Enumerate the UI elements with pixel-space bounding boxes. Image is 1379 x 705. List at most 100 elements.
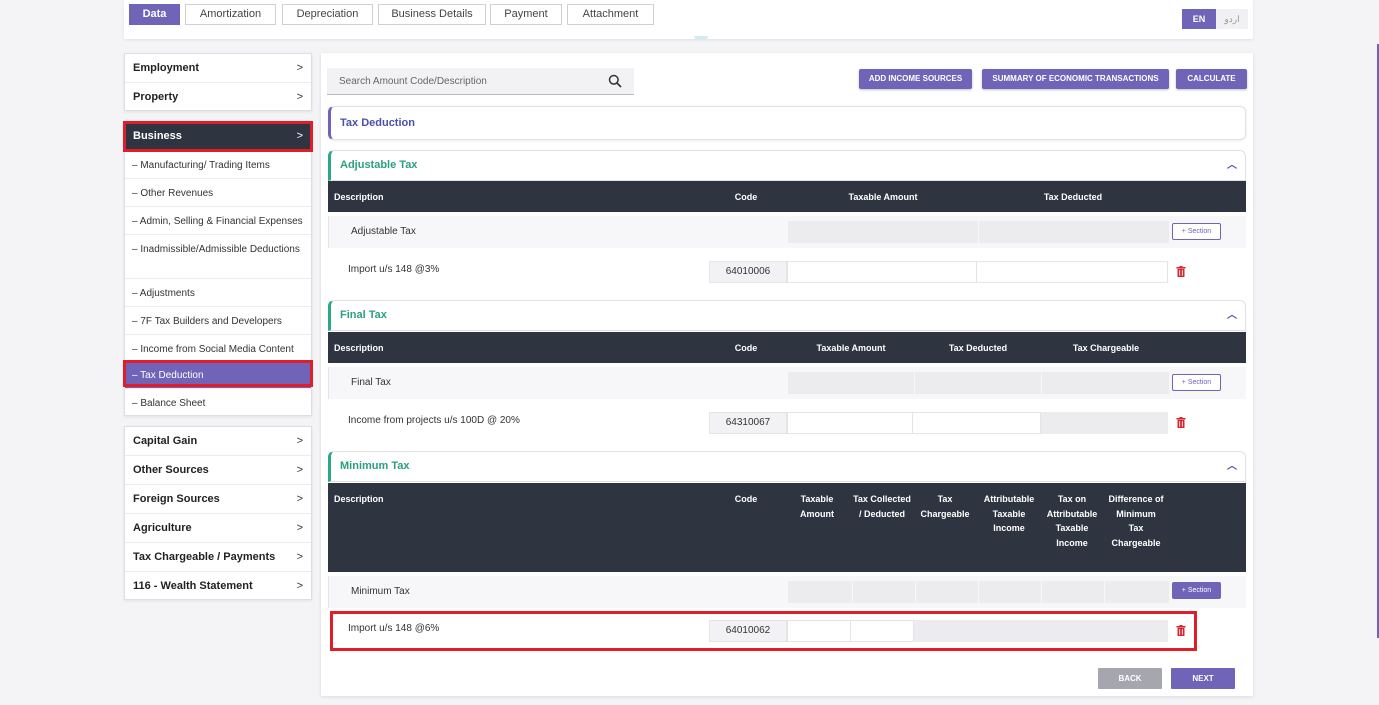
sidebar-item-tax-chargeable[interactable]: Tax Chargeable / Payments > (125, 543, 311, 572)
search-input[interactable] (327, 68, 607, 94)
column-header: Tax Collected / Deducted (853, 494, 911, 519)
column-header: Description (334, 192, 384, 202)
tax-chargeable-cell (1041, 412, 1168, 434)
lang-en-button[interactable]: EN (1182, 9, 1216, 29)
final-section-row: Final Tax + Section (328, 367, 1246, 399)
adjustable-tax-accordion[interactable]: Adjustable Tax ︿ (328, 150, 1246, 181)
calculate-button[interactable]: CALCULATE (1176, 69, 1247, 89)
sidebar-subitem-inadmissible[interactable]: – Inadmissible/Admissible Deductions (125, 235, 311, 279)
next-button[interactable]: NEXT (1171, 668, 1235, 689)
code-field: 64010062 (709, 620, 787, 642)
accordion-title: Final Tax (340, 309, 387, 321)
column-header: Code (734, 192, 758, 202)
sidebar-item-business[interactable]: Business > (125, 122, 311, 151)
computed-cells (914, 620, 1168, 642)
column-header: Taxable Amount (800, 494, 834, 519)
sidebar-subitem-tax-deduction[interactable]: – Tax Deduction (125, 363, 311, 389)
add-income-sources-button[interactable]: ADD INCOME SOURCES (859, 69, 972, 89)
tab-data[interactable]: Data (129, 4, 180, 25)
final-tax-accordion[interactable]: Final Tax ︿ (328, 300, 1246, 331)
total-cell (853, 581, 915, 603)
total-cell (1105, 581, 1169, 603)
chevron-right-icon: > (296, 62, 303, 74)
sidebar-item-label: Capital Gain (133, 435, 198, 447)
row-description: Import u/s 148 @6% (348, 623, 440, 634)
sidebar-item-label: Agriculture (133, 522, 192, 534)
total-deducted-cell (979, 221, 1169, 243)
sidebar-item-other-sources[interactable]: Other Sources > (125, 456, 311, 485)
final-table-header: Description Code Taxable Amount Tax Dedu… (328, 332, 1246, 363)
minimum-table-header: Description Code Taxable Amount Tax Coll… (328, 483, 1246, 572)
total-chargeable-cell (1042, 372, 1169, 394)
tax-deduction-header: Tax Deduction (328, 106, 1246, 140)
chevron-right-icon: > (296, 551, 303, 563)
back-button[interactable]: BACK (1098, 668, 1162, 689)
sidebar-item-capital-gain[interactable]: Capital Gain > (125, 427, 311, 456)
trash-icon[interactable] (1176, 625, 1186, 636)
accordion-title: Minimum Tax (340, 460, 410, 472)
section-label: Final Tax (351, 377, 391, 388)
column-header: Tax on Attributable Taxable Income (1046, 494, 1098, 548)
row-description: Import u/s 148 @3% (348, 264, 440, 275)
sidebar-item-employment[interactable]: Employment > (125, 54, 311, 83)
total-taxable-cell (788, 372, 914, 394)
tax-collected-input[interactable] (850, 620, 914, 642)
chevron-right-icon: > (296, 130, 303, 142)
add-section-button[interactable]: + Section (1172, 582, 1221, 599)
tab-payment[interactable]: Payment (490, 4, 562, 25)
trash-icon[interactable] (1176, 417, 1186, 428)
tab-depreciation[interactable]: Depreciation (282, 4, 373, 25)
taxable-amount-input[interactable] (787, 620, 851, 642)
column-header: Code (734, 494, 758, 504)
table-row: Import u/s 148 @3% 64010006 (328, 256, 1246, 288)
sidebar-item-wealth-statement[interactable]: 116 - Wealth Statement > (125, 572, 311, 601)
tax-deducted-input[interactable] (976, 261, 1168, 283)
tab-business-details[interactable]: Business Details (378, 4, 486, 25)
chevron-up-icon[interactable]: ︿ (1227, 301, 1237, 330)
top-tab-bar: Data Amortization Depreciation Business … (124, 0, 1253, 40)
sidebar-item-property[interactable]: Property > (125, 83, 311, 112)
sidebar-subitem-admin-expenses[interactable]: – Admin, Selling & Financial Expenses (125, 207, 311, 235)
table-row: Import u/s 148 @6% 64010062 (328, 615, 1246, 647)
column-header: Code (734, 343, 758, 353)
chevron-up-icon[interactable]: ︿ (1227, 452, 1237, 481)
sidebar-subitem-adjustments[interactable]: – Adjustments (125, 279, 311, 307)
sidebar-subitem-7f-builders[interactable]: – 7F Tax Builders and Developers (125, 307, 311, 335)
column-header: Tax Deducted (948, 343, 1008, 353)
total-taxable-cell (788, 221, 978, 243)
column-header: Difference of Minimum Tax Chargeable (1108, 494, 1164, 548)
sidebar-subitem-manufacturing[interactable]: – Manufacturing/ Trading Items (125, 151, 311, 179)
add-section-button[interactable]: + Section (1172, 374, 1221, 391)
code-field: 64010006 (709, 261, 787, 283)
tab-amortization[interactable]: Amortization (185, 4, 276, 25)
sidebar-subitem-balance-sheet[interactable]: – Balance Sheet (125, 389, 311, 417)
taxable-amount-input[interactable] (787, 412, 913, 434)
summary-economic-transactions-button[interactable]: SUMMARY OF ECONOMIC TRANSACTIONS (982, 69, 1169, 89)
chevron-up-icon[interactable]: ︿ (1227, 151, 1237, 180)
search-icon[interactable] (608, 74, 622, 88)
sidebar-group-business: Business > – Manufacturing/ Trading Items… (124, 121, 312, 416)
lang-ur-button[interactable]: اردو (1216, 9, 1248, 29)
column-header: Description (334, 494, 384, 504)
row-description: Income from projects u/s 100D @ 20% (348, 415, 520, 426)
section-label: Adjustable Tax (351, 226, 416, 237)
sidebar-subitem-other-revenues[interactable]: – Other Revenues (125, 179, 311, 207)
progress-indicator (694, 36, 708, 40)
tab-attachment[interactable]: Attachment (567, 4, 654, 25)
column-header: Attributable Taxable Income (983, 494, 1035, 533)
chevron-right-icon: > (296, 464, 303, 476)
sidebar-subitem-social-media[interactable]: – Income from Social Media Content (125, 335, 311, 363)
sidebar-item-label: 116 - Wealth Statement (133, 580, 253, 592)
chevron-right-icon: > (296, 493, 303, 505)
tax-deducted-input[interactable] (912, 412, 1041, 434)
trash-icon[interactable] (1176, 266, 1186, 277)
column-header: Tax Chargeable (920, 494, 970, 519)
search-box (327, 68, 634, 95)
accordion-title: Adjustable Tax (340, 159, 418, 171)
minimum-tax-accordion[interactable]: Minimum Tax ︿ (328, 451, 1246, 482)
add-section-button[interactable]: + Section (1172, 223, 1221, 240)
taxable-amount-input[interactable] (787, 261, 977, 283)
sidebar-item-agriculture[interactable]: Agriculture > (125, 514, 311, 543)
sidebar-item-foreign-sources[interactable]: Foreign Sources > (125, 485, 311, 514)
sidebar-group-bottom: Capital Gain > Other Sources > Foreign Sou… (124, 426, 312, 600)
